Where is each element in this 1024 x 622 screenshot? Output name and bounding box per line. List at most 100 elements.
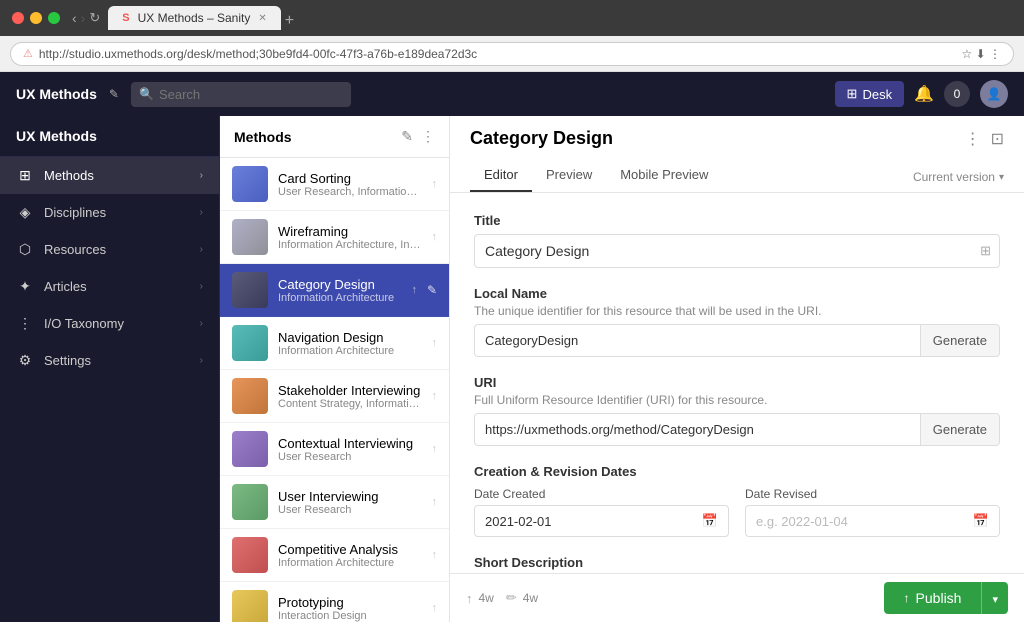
date-revised-input[interactable]: e.g. 2022-01-04 📅 [745,505,1000,537]
list-item[interactable]: Wireframing Information Architecture, In… [220,211,449,264]
publish-button[interactable]: ↑ Publish [884,582,982,614]
list-item[interactable]: Contextual Interviewing User Research ↑ [220,423,449,476]
method-thumbnail [232,272,268,308]
method-thumbnail [232,484,268,520]
avatar[interactable]: 👤 [980,80,1008,108]
desk-label: Desk [862,87,892,102]
version-label[interactable]: Current version ▾ [913,170,1004,192]
method-info: User Interviewing User Research [278,489,422,516]
title-field-group: Title ⊞ [474,213,1000,268]
tab-editor[interactable]: Editor [470,159,532,192]
chevron-right-icon: › [200,281,203,292]
chevron-right-icon: › [200,318,203,329]
chevron-down-icon: ▾ [992,594,998,606]
method-name: Prototyping [278,595,422,610]
list-item[interactable]: Navigation Design Information Architectu… [220,317,449,370]
method-name: Competitive Analysis [278,542,422,557]
app-topbar: UX Methods ✎ 🔍 ⊞ Desk 🔔 0 👤 [0,72,1024,116]
brand-edit-icon[interactable]: ✎ [109,87,119,101]
add-method-icon[interactable]: ✎ [401,128,413,145]
list-item[interactable]: Card Sorting User Research, Information … [220,158,449,211]
tab-mobile-preview[interactable]: Mobile Preview [606,159,722,192]
edit-status-icon: ✏ [506,590,517,606]
local-name-generate-button[interactable]: Generate [920,324,1000,357]
content-header: Category Design ⋮ ⊡ Editor Preview Mobil… [450,116,1024,193]
method-sub: Information Architecture [278,557,422,569]
address-bar[interactable]: ⚠ http://studio.uxmethods.org/desk/metho… [10,42,1014,66]
uri-generate-button[interactable]: Generate [920,413,1000,446]
method-thumbnail [232,219,268,255]
date-created-group: Date Created 2021-02-01 📅 [474,487,729,537]
method-sub: Information Architecture, Interacti... [278,239,422,251]
sidebar-item-label: Articles [44,279,190,294]
short-desc-label: Short Description [474,555,1000,570]
date-created-value: 2021-02-01 [485,514,702,529]
sidebar-title: UX Methods [0,116,219,157]
content-title-row: Category Design ⋮ ⊡ [470,128,1004,149]
minimize-dot[interactable] [30,12,42,24]
tab-title: UX Methods – Sanity [138,11,251,25]
bell-icon[interactable]: 🔔 [914,84,934,104]
forward-button[interactable]: › [81,10,86,26]
chevron-down-icon: ▾ [999,172,1004,183]
local-name-input[interactable] [474,324,920,357]
publish-btn-group: ↑ Publish ▾ [884,582,1008,614]
method-name: Card Sorting [278,171,422,186]
reload-button[interactable]: ↻ [89,10,100,26]
method-info: Wireframing Information Architecture, In… [278,224,422,251]
list-item[interactable]: User Interviewing User Research ↑ [220,476,449,529]
publish-dropdown-button[interactable]: ▾ [981,582,1008,614]
method-info: Navigation Design Information Architectu… [278,330,422,357]
date-created-input[interactable]: 2021-02-01 📅 [474,505,729,537]
close-dot[interactable] [12,12,24,24]
sidebar-item-settings[interactable]: ⚙ Settings › [0,342,219,379]
title-input-wrapper: ⊞ [474,234,1000,268]
published-time: 4w [479,591,494,605]
search-icon: 🔍 [139,87,154,101]
dates-label: Creation & Revision Dates [474,464,1000,479]
desk-button[interactable]: ⊞ Desk [835,81,905,107]
list-item[interactable]: Prototyping Interaction Design ↑ [220,582,449,622]
list-item[interactable]: Stakeholder Interviewing Content Strateg… [220,370,449,423]
edit-icon[interactable]: ✎ [427,283,437,297]
new-tab-button[interactable]: + [285,12,294,30]
sidebar-item-label: I/O Taxonomy [44,316,190,331]
sidebar-item-io-taxonomy[interactable]: ⋮ I/O Taxonomy › [0,305,219,342]
tab-close-icon[interactable]: ✕ [258,13,266,24]
uri-input[interactable] [474,413,920,446]
expand-icon[interactable]: ⊡ [991,129,1004,149]
methods-header: Methods ✎ ⋮ [220,116,449,158]
user-count-icon[interactable]: 0 [944,81,970,107]
sidebar-item-resources[interactable]: ⬡ Resources › [0,231,219,268]
sidebar-item-articles[interactable]: ✦ Articles › [0,268,219,305]
browser-dots [12,12,60,24]
local-name-hint: The unique identifier for this resource … [474,304,1000,318]
date-revised-label: Date Revised [745,487,1000,501]
maximize-dot[interactable] [48,12,60,24]
search-wrapper: 🔍 [131,82,351,107]
title-input[interactable] [475,235,972,267]
desk-grid-icon: ⊞ [847,86,858,102]
method-name: Category Design [278,277,401,292]
tab-preview[interactable]: Preview [532,159,606,192]
pin-icon: ↑ [432,496,438,508]
sidebar-item-methods[interactable]: ⊞ Methods › [0,157,219,194]
main-content: Category Design ⋮ ⊡ Editor Preview Mobil… [450,116,1024,622]
sidebar-item-disciplines[interactable]: ◈ Disciplines › [0,194,219,231]
active-tab[interactable]: S UX Methods – Sanity ✕ [108,6,280,30]
method-name: Navigation Design [278,330,422,345]
method-thumbnail [232,537,268,573]
more-options-icon[interactable]: ⋮ [421,128,435,145]
list-item[interactable]: Competitive Analysis Information Archite… [220,529,449,582]
grid-icon: ⊞ [972,235,999,267]
back-button[interactable]: ‹ [72,10,77,26]
more-options-icon[interactable]: ⋮ [965,129,981,149]
address-icons: ☆ ⬇ ⋮ [962,47,1001,61]
method-info: Category Design Information Architecture [278,277,401,304]
address-text: http://studio.uxmethods.org/desk/method;… [39,47,477,61]
search-input[interactable] [131,82,351,107]
method-sub: Content Strategy, Information Arch... [278,398,422,410]
resources-icon: ⬡ [16,241,34,258]
list-item[interactable]: Category Design Information Architecture… [220,264,449,317]
title-icons: ⋮ ⊡ [965,129,1004,149]
